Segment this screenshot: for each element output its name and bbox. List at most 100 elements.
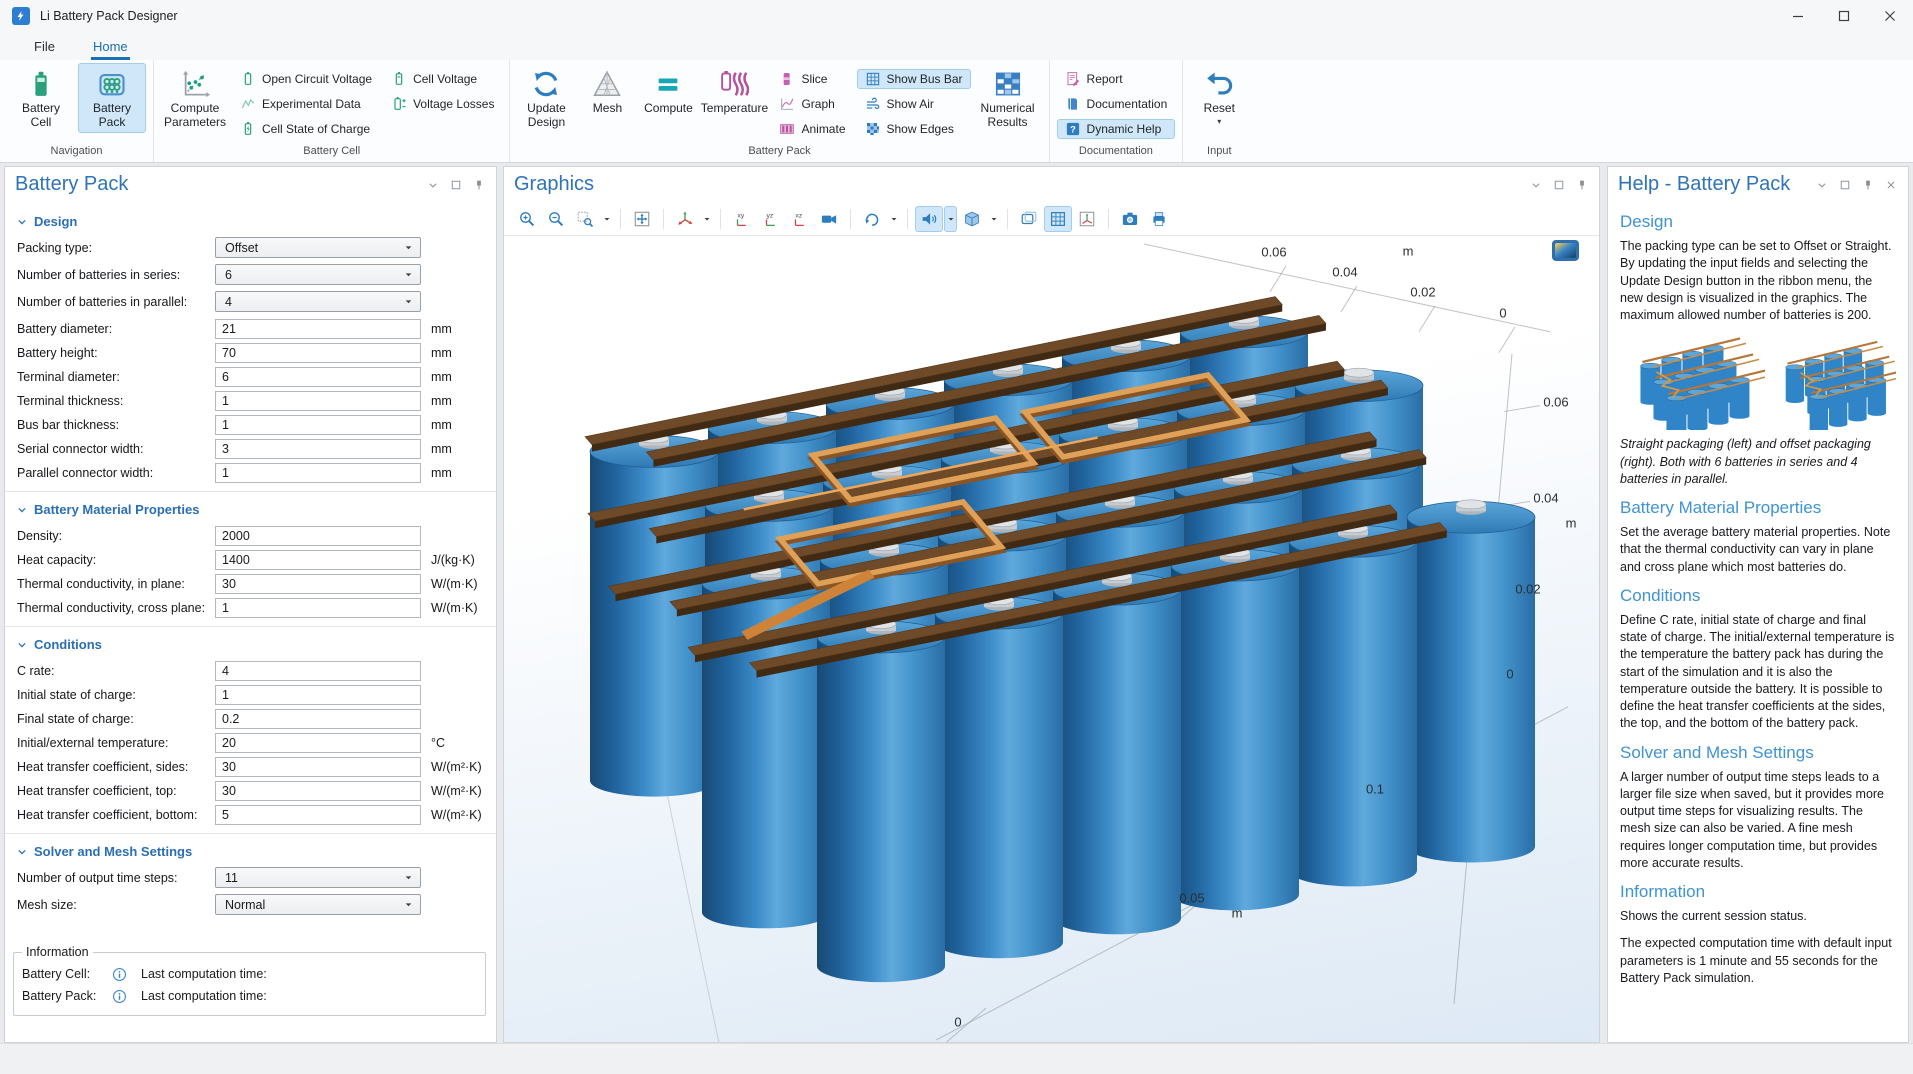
- chevron-down-icon[interactable]: [987, 206, 1000, 232]
- show-edges-button[interactable]: Show Edges: [857, 119, 971, 139]
- panel-pin-icon[interactable]: [1861, 178, 1875, 192]
- section-header-battery-material-properties[interactable]: Battery Material Properties: [5, 492, 496, 525]
- zoom-in-icon: [518, 210, 536, 228]
- maximize-button[interactable]: [1821, 0, 1867, 32]
- panel-menu-chevron-icon[interactable]: [426, 178, 440, 192]
- terminal-diameter-input[interactable]: 6: [215, 367, 421, 387]
- c-rate-input[interactable]: 4: [215, 661, 421, 681]
- movie-camera-button[interactable]: [815, 206, 843, 232]
- scene-cube-button[interactable]: [958, 206, 986, 232]
- show-bus-bar-icon: [865, 71, 881, 87]
- chevron-down-icon[interactable]: [600, 206, 613, 232]
- input-value: 1: [222, 394, 229, 408]
- bus-bar-thickness-input[interactable]: 1: [215, 415, 421, 435]
- experimental-data-button[interactable]: Experimental Data: [232, 94, 380, 114]
- battery-pack-button[interactable]: Battery Pack: [78, 63, 146, 133]
- numerical-results-button[interactable]: Numerical Results: [974, 63, 1042, 133]
- number-of-output-time-steps-select[interactable]: 11: [215, 867, 421, 888]
- panel-pin-icon[interactable]: [472, 178, 486, 192]
- heat-transfer-coefficient-bottom-input[interactable]: 5: [215, 805, 421, 825]
- view-yz-button[interactable]: yz: [757, 206, 785, 232]
- serial-connector-width-input[interactable]: 3: [215, 439, 421, 459]
- panel-float-icon[interactable]: [1552, 178, 1566, 192]
- info-icon[interactable]: [112, 967, 127, 982]
- panel-menu-chevron-icon[interactable]: [1815, 178, 1829, 192]
- section-header-conditions[interactable]: Conditions: [5, 627, 496, 660]
- view-frame-button[interactable]: [1015, 206, 1043, 232]
- tab-home[interactable]: Home: [89, 32, 132, 60]
- tab-file[interactable]: File: [30, 32, 59, 60]
- cell-voltage-button[interactable]: Cell Voltage: [383, 69, 502, 89]
- heat-capacity-input[interactable]: 1400: [215, 550, 421, 570]
- battery-height-input[interactable]: 70: [215, 343, 421, 363]
- number-of-batteries-in-parallel-select[interactable]: 4: [215, 291, 421, 312]
- graphics-3d-view[interactable]: 0.060.04m0.0200.060.04m0.0200.10.05m0: [504, 236, 1599, 1042]
- chevron-down-icon[interactable]: [700, 206, 713, 232]
- battery-cell-button[interactable]: Battery Cell: [7, 63, 75, 133]
- view-xy-button[interactable]: xy: [728, 206, 756, 232]
- reset-button[interactable]: Reset▾: [1190, 63, 1248, 128]
- thermal-conductivity-cross-plane-input[interactable]: 1: [215, 598, 421, 618]
- panel-pin-icon[interactable]: [1575, 178, 1589, 192]
- rotate-button[interactable]: [858, 206, 886, 232]
- dynamic-help-button[interactable]: ?Dynamic Help: [1057, 119, 1176, 139]
- graph-icon: [779, 96, 795, 112]
- snapshot-button[interactable]: [1116, 206, 1144, 232]
- heat-transfer-coefficient-top-input[interactable]: 30: [215, 781, 421, 801]
- zoom-extents-button[interactable]: [628, 206, 656, 232]
- report-button[interactable]: Report: [1057, 69, 1176, 89]
- mesh-icon: [592, 69, 622, 99]
- grid-view-button[interactable]: [1044, 206, 1072, 232]
- view-axes-button[interactable]: [671, 206, 699, 232]
- battery-diameter-input[interactable]: 21: [215, 319, 421, 339]
- section-header-design[interactable]: Design: [5, 204, 496, 237]
- print-button[interactable]: [1145, 206, 1173, 232]
- cell-state-of-charge-button[interactable]: Cell State of Charge: [232, 119, 380, 139]
- update-design-button[interactable]: Update Design: [517, 63, 575, 133]
- show-bus-bar-button[interactable]: Show Bus Bar: [857, 69, 971, 89]
- section-header-solver-and-mesh-settings[interactable]: Solver and Mesh Settings: [5, 834, 496, 867]
- density-input[interactable]: 2000: [215, 526, 421, 546]
- mesh-button[interactable]: Mesh: [578, 63, 636, 119]
- info-icon[interactable]: [112, 989, 127, 1004]
- terminal-thickness-input[interactable]: 1: [215, 391, 421, 411]
- chevron-down-icon[interactable]: [887, 206, 900, 232]
- panel-close-icon[interactable]: [1884, 178, 1898, 192]
- panel-float-icon[interactable]: [449, 178, 463, 192]
- mesh-size-select[interactable]: Normal: [215, 894, 421, 915]
- battery-cell-icon: [26, 69, 56, 99]
- parallel-connector-width-input[interactable]: 1: [215, 463, 421, 483]
- zoom-box-button[interactable]: [571, 206, 599, 232]
- voltage-losses-button[interactable]: Voltage Losses: [383, 94, 502, 114]
- final-state-of-charge-input[interactable]: 0.2: [215, 709, 421, 729]
- close-button[interactable]: [1867, 0, 1913, 32]
- chevron-down-icon[interactable]: [944, 206, 957, 232]
- number-of-batteries-in-series-select[interactable]: 6: [215, 264, 421, 285]
- panel-float-icon[interactable]: [1838, 178, 1852, 192]
- animate-button[interactable]: Animate: [771, 119, 853, 139]
- compute-button[interactable]: Compute: [639, 63, 697, 119]
- view-xz-button[interactable]: xz: [786, 206, 814, 232]
- minimize-button[interactable]: [1775, 0, 1821, 32]
- transparency-button[interactable]: [915, 206, 943, 232]
- zoom-in-button[interactable]: [513, 206, 541, 232]
- temperature-button[interactable]: Temperature: [700, 63, 768, 119]
- open-circuit-voltage-button[interactable]: Open Circuit Voltage: [232, 69, 380, 89]
- slice-button[interactable]: Slice: [771, 69, 853, 89]
- axis-box-button[interactable]: [1073, 206, 1101, 232]
- packing-type-select[interactable]: Offset: [215, 237, 421, 258]
- initial-state-of-charge-input[interactable]: 1: [215, 685, 421, 705]
- packaging-figure: [1620, 334, 1896, 430]
- zoom-out-button[interactable]: [542, 206, 570, 232]
- documentation-button[interactable]: Documentation: [1057, 94, 1176, 114]
- panel-splitter[interactable]: [1600, 166, 1607, 1043]
- heat-transfer-coefficient-sides-input[interactable]: 30: [215, 757, 421, 777]
- thermal-conductivity-in-plane-input[interactable]: 30: [215, 574, 421, 594]
- initial-external-temperature-input[interactable]: 20: [215, 733, 421, 753]
- panel-menu-chevron-icon[interactable]: [1529, 178, 1543, 192]
- form-row: Thermal conductivity, cross plane:1W/(m·…: [17, 597, 496, 618]
- graph-button[interactable]: Graph: [771, 94, 853, 114]
- compute-parameters-button[interactable]: Compute Parameters: [161, 63, 229, 133]
- information-label: Battery Cell:: [22, 967, 104, 981]
- show-air-button[interactable]: Show Air: [857, 94, 971, 114]
